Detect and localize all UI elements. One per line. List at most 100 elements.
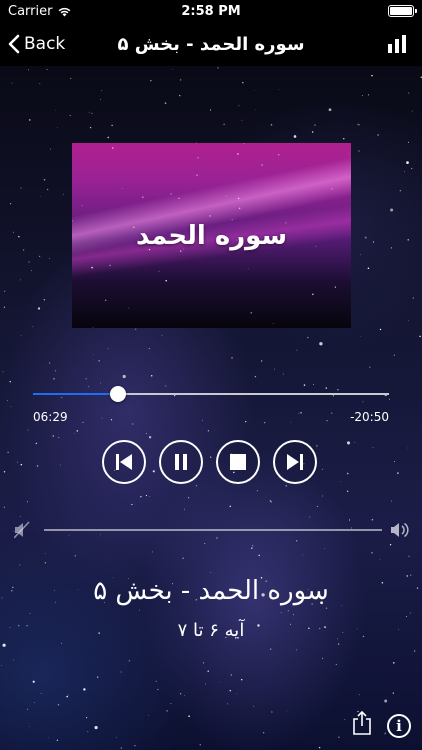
star bbox=[358, 124, 360, 126]
star bbox=[253, 89, 255, 91]
stop-button[interactable] bbox=[216, 440, 260, 484]
stop-icon bbox=[230, 454, 246, 470]
pause-icon bbox=[175, 454, 187, 470]
star bbox=[0, 664, 2, 666]
star bbox=[390, 208, 394, 212]
elapsed-time: 06:29 bbox=[33, 410, 68, 424]
star bbox=[362, 401, 364, 403]
page-title: سوره الحمد - بخش ۵ bbox=[117, 33, 305, 55]
star bbox=[27, 429, 29, 431]
star bbox=[393, 662, 395, 664]
star bbox=[389, 398, 390, 400]
star bbox=[164, 102, 167, 104]
star bbox=[107, 136, 109, 139]
star bbox=[302, 554, 304, 556]
star bbox=[287, 610, 289, 612]
volume-track[interactable] bbox=[44, 529, 382, 531]
star bbox=[411, 167, 413, 169]
star bbox=[331, 412, 333, 414]
star bbox=[53, 377, 55, 380]
star bbox=[278, 89, 280, 91]
star bbox=[43, 179, 46, 181]
star bbox=[227, 703, 229, 705]
star bbox=[195, 485, 198, 487]
star bbox=[394, 460, 395, 462]
star bbox=[256, 490, 258, 492]
star bbox=[384, 732, 387, 735]
star bbox=[139, 609, 140, 611]
bar-chart-icon[interactable] bbox=[388, 35, 406, 53]
star bbox=[269, 500, 271, 501]
volume-slider[interactable] bbox=[14, 520, 410, 540]
star bbox=[165, 385, 167, 387]
star bbox=[296, 349, 298, 351]
progress-slider[interactable] bbox=[33, 386, 389, 402]
star bbox=[251, 547, 253, 549]
star bbox=[412, 297, 414, 299]
star bbox=[346, 490, 349, 493]
star bbox=[390, 247, 393, 249]
star bbox=[27, 501, 28, 503]
star bbox=[360, 254, 362, 256]
artwork-star bbox=[196, 174, 198, 176]
share-icon[interactable] bbox=[351, 710, 373, 736]
star bbox=[343, 138, 345, 140]
star bbox=[22, 249, 25, 251]
battery-icon bbox=[388, 5, 417, 17]
star bbox=[354, 441, 355, 443]
star bbox=[40, 693, 42, 694]
star bbox=[43, 299, 46, 301]
status-time: 2:58 PM bbox=[181, 3, 241, 19]
star bbox=[406, 616, 407, 618]
star bbox=[146, 433, 148, 434]
star bbox=[93, 354, 94, 356]
star bbox=[313, 384, 314, 385]
track-title: سوره الحمد - بخش ۵ bbox=[93, 576, 329, 606]
star bbox=[170, 703, 172, 705]
star bbox=[230, 674, 233, 676]
artwork-star bbox=[272, 322, 274, 324]
next-button[interactable] bbox=[273, 440, 317, 484]
star bbox=[407, 239, 409, 241]
star bbox=[409, 612, 411, 614]
star bbox=[70, 77, 72, 80]
star bbox=[34, 702, 35, 703]
artwork-star bbox=[261, 164, 263, 166]
star bbox=[19, 564, 21, 566]
track-subtitle: آیه ۶ تا ۷ bbox=[177, 620, 245, 641]
star bbox=[407, 447, 408, 449]
star bbox=[48, 737, 50, 739]
star bbox=[46, 69, 48, 71]
star bbox=[120, 747, 122, 749]
star bbox=[384, 699, 388, 703]
info-icon[interactable]: i bbox=[387, 714, 411, 738]
star bbox=[201, 419, 203, 421]
star bbox=[161, 334, 163, 336]
artwork-star bbox=[128, 307, 130, 309]
star bbox=[346, 472, 349, 475]
artwork-star bbox=[331, 188, 333, 190]
star bbox=[50, 148, 52, 150]
pause-button[interactable] bbox=[159, 440, 203, 484]
star bbox=[357, 123, 359, 125]
artwork-star bbox=[225, 195, 227, 197]
star bbox=[36, 465, 39, 467]
star bbox=[406, 161, 409, 164]
star bbox=[300, 411, 302, 414]
star bbox=[62, 193, 64, 195]
star bbox=[148, 436, 152, 439]
star bbox=[204, 683, 206, 685]
star bbox=[32, 680, 35, 683]
star bbox=[150, 80, 152, 82]
star bbox=[122, 374, 126, 379]
star bbox=[56, 127, 58, 129]
star bbox=[326, 419, 328, 422]
star bbox=[29, 726, 31, 727]
star bbox=[18, 235, 20, 238]
star bbox=[218, 681, 220, 683]
star bbox=[179, 79, 182, 81]
star bbox=[28, 261, 30, 263]
star bbox=[270, 124, 273, 126]
star bbox=[32, 325, 34, 327]
previous-button[interactable] bbox=[102, 440, 146, 484]
